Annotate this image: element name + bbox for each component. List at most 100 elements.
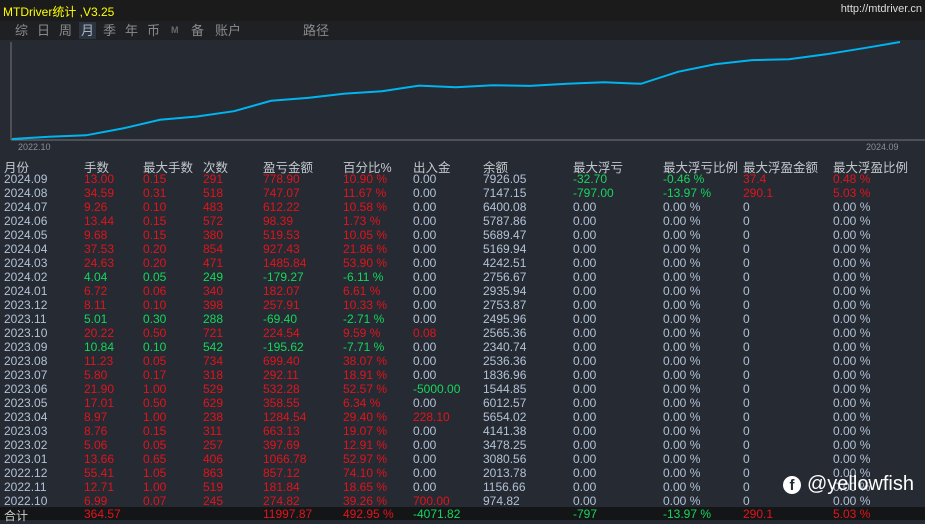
table-cell: 37.53 xyxy=(84,242,115,256)
table-cell: 0.00 % xyxy=(833,312,871,326)
table-cell: 0.00 xyxy=(573,382,597,396)
table-cell: 311 xyxy=(203,424,223,438)
table-cell: 0.00 % xyxy=(833,354,871,368)
tab-9[interactable]: 账户 xyxy=(213,22,243,39)
table-cell: 13.00 xyxy=(84,172,115,186)
tab-1[interactable]: 日 xyxy=(35,22,52,39)
table-cell: 532.28 xyxy=(263,382,300,396)
table-cell: -195.62 xyxy=(263,340,304,354)
table-cell: 10.05 % xyxy=(343,228,388,242)
table-cell: 5.01 xyxy=(84,312,108,326)
table-cell: 0 xyxy=(743,284,750,298)
table-cell: 6.61 % xyxy=(343,284,381,298)
tab-8[interactable]: 备 xyxy=(189,22,206,39)
table-cell: 0.00 % xyxy=(663,326,701,340)
table-cell: 572 xyxy=(203,214,224,228)
table-cell: 0.00 xyxy=(573,340,597,354)
table-cell: 2023.12 xyxy=(4,298,48,312)
table-cell: 249 xyxy=(203,270,224,284)
table-cell: 2024.02 xyxy=(4,270,48,284)
x-start-label: 2022.10 xyxy=(18,142,51,152)
table-cell: 0.17 xyxy=(143,368,167,382)
equity-curve xyxy=(11,41,901,140)
table-cell: 1485.84 xyxy=(263,256,307,270)
table-cell: 663.13 xyxy=(263,424,300,438)
tab-10[interactable]: 路径 xyxy=(301,22,331,39)
tab-5[interactable]: 年 xyxy=(123,22,140,39)
table-cell: 2023.03 xyxy=(4,424,48,438)
table-cell: 0 xyxy=(743,326,750,340)
table-cell: 0.50 xyxy=(143,396,167,410)
table-cell: 7147.15 xyxy=(483,186,527,200)
table-cell: 2565.36 xyxy=(483,326,527,340)
table-cell: 2024.09 xyxy=(4,172,48,186)
table-cell: 2023.02 xyxy=(4,438,48,452)
table-cell: 1066.78 xyxy=(263,452,307,466)
table-cell: 0.00 % xyxy=(663,242,701,256)
table-cell: 245 xyxy=(203,494,224,508)
table-cell: 2024.06 xyxy=(4,214,48,228)
table-cell: 0.05 xyxy=(143,438,167,452)
table-cell: 0.00 % xyxy=(833,368,871,382)
table-cell: 0.00 % xyxy=(663,214,701,228)
table-cell: 318 xyxy=(203,368,224,382)
table-cell: 55.41 xyxy=(84,466,115,480)
table-cell: 0 xyxy=(743,396,750,410)
table-cell: 0 xyxy=(743,438,750,452)
table-cell: 2024.04 xyxy=(4,242,48,256)
table-cell: 1.00 xyxy=(143,382,167,396)
table-cell: 0.65 xyxy=(143,452,167,466)
table-cell: 0.00 xyxy=(573,284,597,298)
table-cell: 0.00 xyxy=(573,298,597,312)
table-cell: 3478.25 xyxy=(483,438,527,452)
table-cell: 0.00 xyxy=(573,326,597,340)
table-cell: 5654.02 xyxy=(483,410,527,424)
table-cell: 483 xyxy=(203,200,224,214)
table-cell: 2024.01 xyxy=(4,284,48,298)
table-cell: 0.00 % xyxy=(663,396,701,410)
table-cell: 182.07 xyxy=(263,284,300,298)
table-cell: 0 xyxy=(743,214,750,228)
table-cell: 0.00 xyxy=(413,424,437,438)
tab-6[interactable]: 币 xyxy=(145,22,162,39)
table-cell: 0.00 % xyxy=(663,298,701,312)
table-cell: 519.53 xyxy=(263,228,300,242)
table-cell: 0.00 % xyxy=(833,256,871,270)
table-cell: 0.00 % xyxy=(663,452,701,466)
table-cell: 0.00 % xyxy=(833,410,871,424)
table-cell: 0.15 xyxy=(143,214,167,228)
table-cell: 39.26 % xyxy=(343,494,388,508)
table-cell: 291 xyxy=(203,172,224,186)
tab-2[interactable]: 周 xyxy=(57,22,74,39)
title-bar: MTDriver统计 ,V3.25 http://mtdriver.cn xyxy=(0,0,925,21)
table-cell: 0.00 xyxy=(413,480,437,494)
table-cell: 2023.07 xyxy=(4,368,48,382)
table-cell: 2023.10 xyxy=(4,326,48,340)
table-cell: 0.00 xyxy=(413,242,437,256)
table-cell: 0.00 xyxy=(413,396,437,410)
website-link[interactable]: http://mtdriver.cn xyxy=(841,3,922,15)
table-cell: 721 xyxy=(203,326,224,340)
table-cell: 2022.10 xyxy=(4,494,48,508)
table-cell: 406 xyxy=(203,452,224,466)
table-cell: 0.00 xyxy=(573,312,597,326)
table-cell: 0.00 % xyxy=(663,438,701,452)
table-cell: 0.00 % xyxy=(663,256,701,270)
facebook-icon: f xyxy=(783,475,801,494)
table-cell: 857.12 xyxy=(263,466,300,480)
tab-7[interactable]: M xyxy=(169,22,181,39)
table-cell: 0.10 xyxy=(143,200,167,214)
table-cell: 0 xyxy=(743,312,750,326)
total-cell: 5.03 % xyxy=(833,507,871,521)
table-cell: 519 xyxy=(203,480,224,494)
tab-4[interactable]: 季 xyxy=(101,22,118,39)
tab-0[interactable]: 综 xyxy=(13,22,30,39)
table-cell: 4242.51 xyxy=(483,256,527,270)
table-cell: 0.10 xyxy=(143,298,167,312)
table-cell: 0.00 xyxy=(413,466,437,480)
table-cell: 0.00 xyxy=(573,438,597,452)
tab-3[interactable]: 月 xyxy=(79,22,97,39)
table-cell: 0.48 % xyxy=(833,172,871,186)
table-cell: 2024.07 xyxy=(4,200,48,214)
table-cell: 0.00 xyxy=(573,368,597,382)
